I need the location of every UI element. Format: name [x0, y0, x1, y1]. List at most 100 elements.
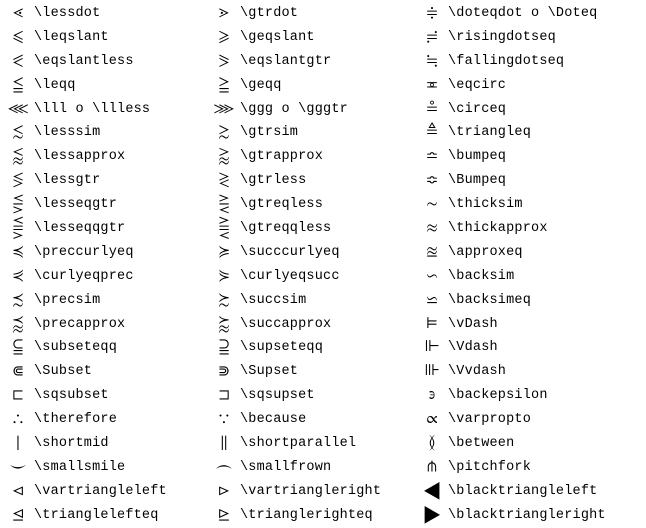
- symbol-glyph: ⪕: [2, 50, 34, 74]
- symbol-glyph: ◀: [416, 480, 448, 504]
- symbol-glyph: ≜: [416, 121, 448, 145]
- latex-command: \lesssim: [34, 121, 208, 145]
- symbol-glyph: ≈: [416, 217, 448, 241]
- latex-command: \sqsupset: [240, 384, 416, 408]
- symbol-glyph: ⊏: [2, 384, 34, 408]
- table-row: ∣\shortmid∥\shortparallel≬\between: [4, 432, 642, 456]
- symbol-glyph: ∝: [416, 408, 448, 432]
- latex-command: \Vdash: [448, 336, 642, 360]
- symbol-glyph: ⋗: [208, 2, 240, 26]
- symbol-glyph: ≖: [416, 74, 448, 98]
- symbol-glyph: ⊩: [416, 336, 448, 360]
- table-row: ⌣\smallsmile⌢\smallfrown⋔\pitchfork: [4, 456, 642, 480]
- symbol-glyph: ⊨: [416, 313, 448, 337]
- latex-command: \fallingdotseq: [448, 50, 642, 74]
- symbol-glyph: ⌣: [2, 456, 34, 480]
- symbol-glyph: ⊵: [208, 504, 240, 528]
- table-row: ≦\leqq≧\geqq≖\eqcirc: [4, 74, 642, 98]
- symbol-glyph: ⪌: [208, 217, 240, 241]
- latex-command: \gtrsim: [240, 121, 416, 145]
- latex-command: \Bumpeq: [448, 169, 642, 193]
- symbol-glyph: ⋚: [2, 193, 34, 217]
- table-row: ⪕\eqslantless⪖\eqslantgtr≒\fallingdotseq: [4, 50, 642, 74]
- symbol-glyph: ⫅: [2, 336, 34, 360]
- latex-command: \Vvdash: [448, 360, 642, 384]
- latex-command: \succsim: [240, 289, 416, 313]
- latex-command: \ggg o \gggtr: [240, 98, 416, 122]
- table-row: ∴\therefore∵\because∝\varpropto: [4, 408, 642, 432]
- symbol-glyph: ≲: [2, 121, 34, 145]
- symbol-glyph: ⪷: [2, 313, 34, 337]
- symbol-glyph: ≿: [208, 289, 240, 313]
- latex-command: \shortparallel: [240, 432, 416, 456]
- symbol-glyph: ⋞: [2, 265, 34, 289]
- table-row: ⊲\vartriangleleft⊳\vartriangleright◀\bla…: [4, 480, 642, 504]
- latex-command: \trianglelefteq: [34, 504, 208, 528]
- symbol-glyph: ⩽: [2, 26, 34, 50]
- latex-command: \therefore: [34, 408, 208, 432]
- latex-command: \eqslantless: [34, 50, 208, 74]
- table-row: ⫅\subseteqq⫆\supseteqq⊩\Vdash: [4, 336, 642, 360]
- latex-command: \pitchfork: [448, 456, 642, 480]
- symbol-glyph: ⌢: [208, 456, 240, 480]
- symbol-glyph: ⪅: [2, 145, 34, 169]
- latex-command: \succapprox: [240, 313, 416, 337]
- latex-command: \vDash: [448, 313, 642, 337]
- latex-command: \doteqdot o \Doteq: [448, 2, 642, 26]
- symbol-glyph: ⪸: [208, 313, 240, 337]
- latex-command: \trianglerighteq: [240, 504, 416, 528]
- symbol-glyph: ≏: [416, 145, 448, 169]
- symbol-glyph: ⪖: [208, 50, 240, 74]
- symbol-glyph: ⩾: [208, 26, 240, 50]
- latex-command: \gtreqless: [240, 193, 416, 217]
- table-row: ⩽\leqslant⩾\geqslant≓\risingdotseq: [4, 26, 642, 50]
- latex-command: \sqsubset: [34, 384, 208, 408]
- latex-command: \lesseqgtr: [34, 193, 208, 217]
- symbol-glyph: ⊐: [208, 384, 240, 408]
- symbol-glyph: ⪆: [208, 145, 240, 169]
- symbol-glyph: ∵: [208, 408, 240, 432]
- latex-command: \approxeq: [448, 241, 642, 265]
- symbol-glyph: ≗: [416, 98, 448, 122]
- latex-command: \backsim: [448, 265, 642, 289]
- symbol-glyph: ∣: [2, 432, 34, 456]
- symbol-glyph: ≓: [416, 26, 448, 50]
- symbol-glyph: ⫆: [208, 336, 240, 360]
- table-row: ⋖\lessdot⋗\gtrdot≑\doteqdot o \Doteq: [4, 2, 642, 26]
- table-row: ⪅\lessapprox⪆\gtrapprox≏\bumpeq: [4, 145, 642, 169]
- symbol-glyph: ≑: [416, 2, 448, 26]
- latex-command: \lessdot: [34, 2, 208, 26]
- latex-command: \Supset: [240, 360, 416, 384]
- latex-command: \curlyeqprec: [34, 265, 208, 289]
- latex-command: \precsim: [34, 289, 208, 313]
- latex-command: \leqslant: [34, 26, 208, 50]
- symbol-glyph: ⋐: [2, 360, 34, 384]
- latex-command: \smallsmile: [34, 456, 208, 480]
- symbol-glyph: ⋛: [208, 193, 240, 217]
- symbol-glyph: ⋔: [416, 456, 448, 480]
- symbol-glyph: ≒: [416, 50, 448, 74]
- latex-command: \bumpeq: [448, 145, 642, 169]
- symbol-glyph: ⊲: [2, 480, 34, 504]
- symbol-glyph: ϶: [416, 384, 448, 408]
- latex-command: \backsimeq: [448, 289, 642, 313]
- table-row: ⋞\curlyeqprec⋟\curlyeqsucc∽\backsim: [4, 265, 642, 289]
- latex-command: \gtrapprox: [240, 145, 416, 169]
- symbol-glyph: ≶: [2, 169, 34, 193]
- latex-command: \triangleq: [448, 121, 642, 145]
- latex-command: \Subset: [34, 360, 208, 384]
- table-row: ⪋\lesseqqgtr⪌\gtreqqless≈\thickapprox: [4, 217, 642, 241]
- latex-command: \supseteqq: [240, 336, 416, 360]
- symbol-glyph: ⊳: [208, 480, 240, 504]
- symbol-glyph: ⋍: [416, 289, 448, 313]
- symbol-glyph: ⊴: [2, 504, 34, 528]
- latex-command: \curlyeqsucc: [240, 265, 416, 289]
- latex-command: \preccurlyeq: [34, 241, 208, 265]
- latex-command: \shortmid: [34, 432, 208, 456]
- latex-command: \risingdotseq: [448, 26, 642, 50]
- table-row: ⋚\lesseqgtr⋛\gtreqless∼\thicksim: [4, 193, 642, 217]
- table-row: ≲\lesssim≳\gtrsim≜\triangleq: [4, 121, 642, 145]
- symbol-glyph: ⪋: [2, 217, 34, 241]
- latex-command: \vartriangleright: [240, 480, 416, 504]
- symbol-glyph: ⋘: [2, 98, 34, 122]
